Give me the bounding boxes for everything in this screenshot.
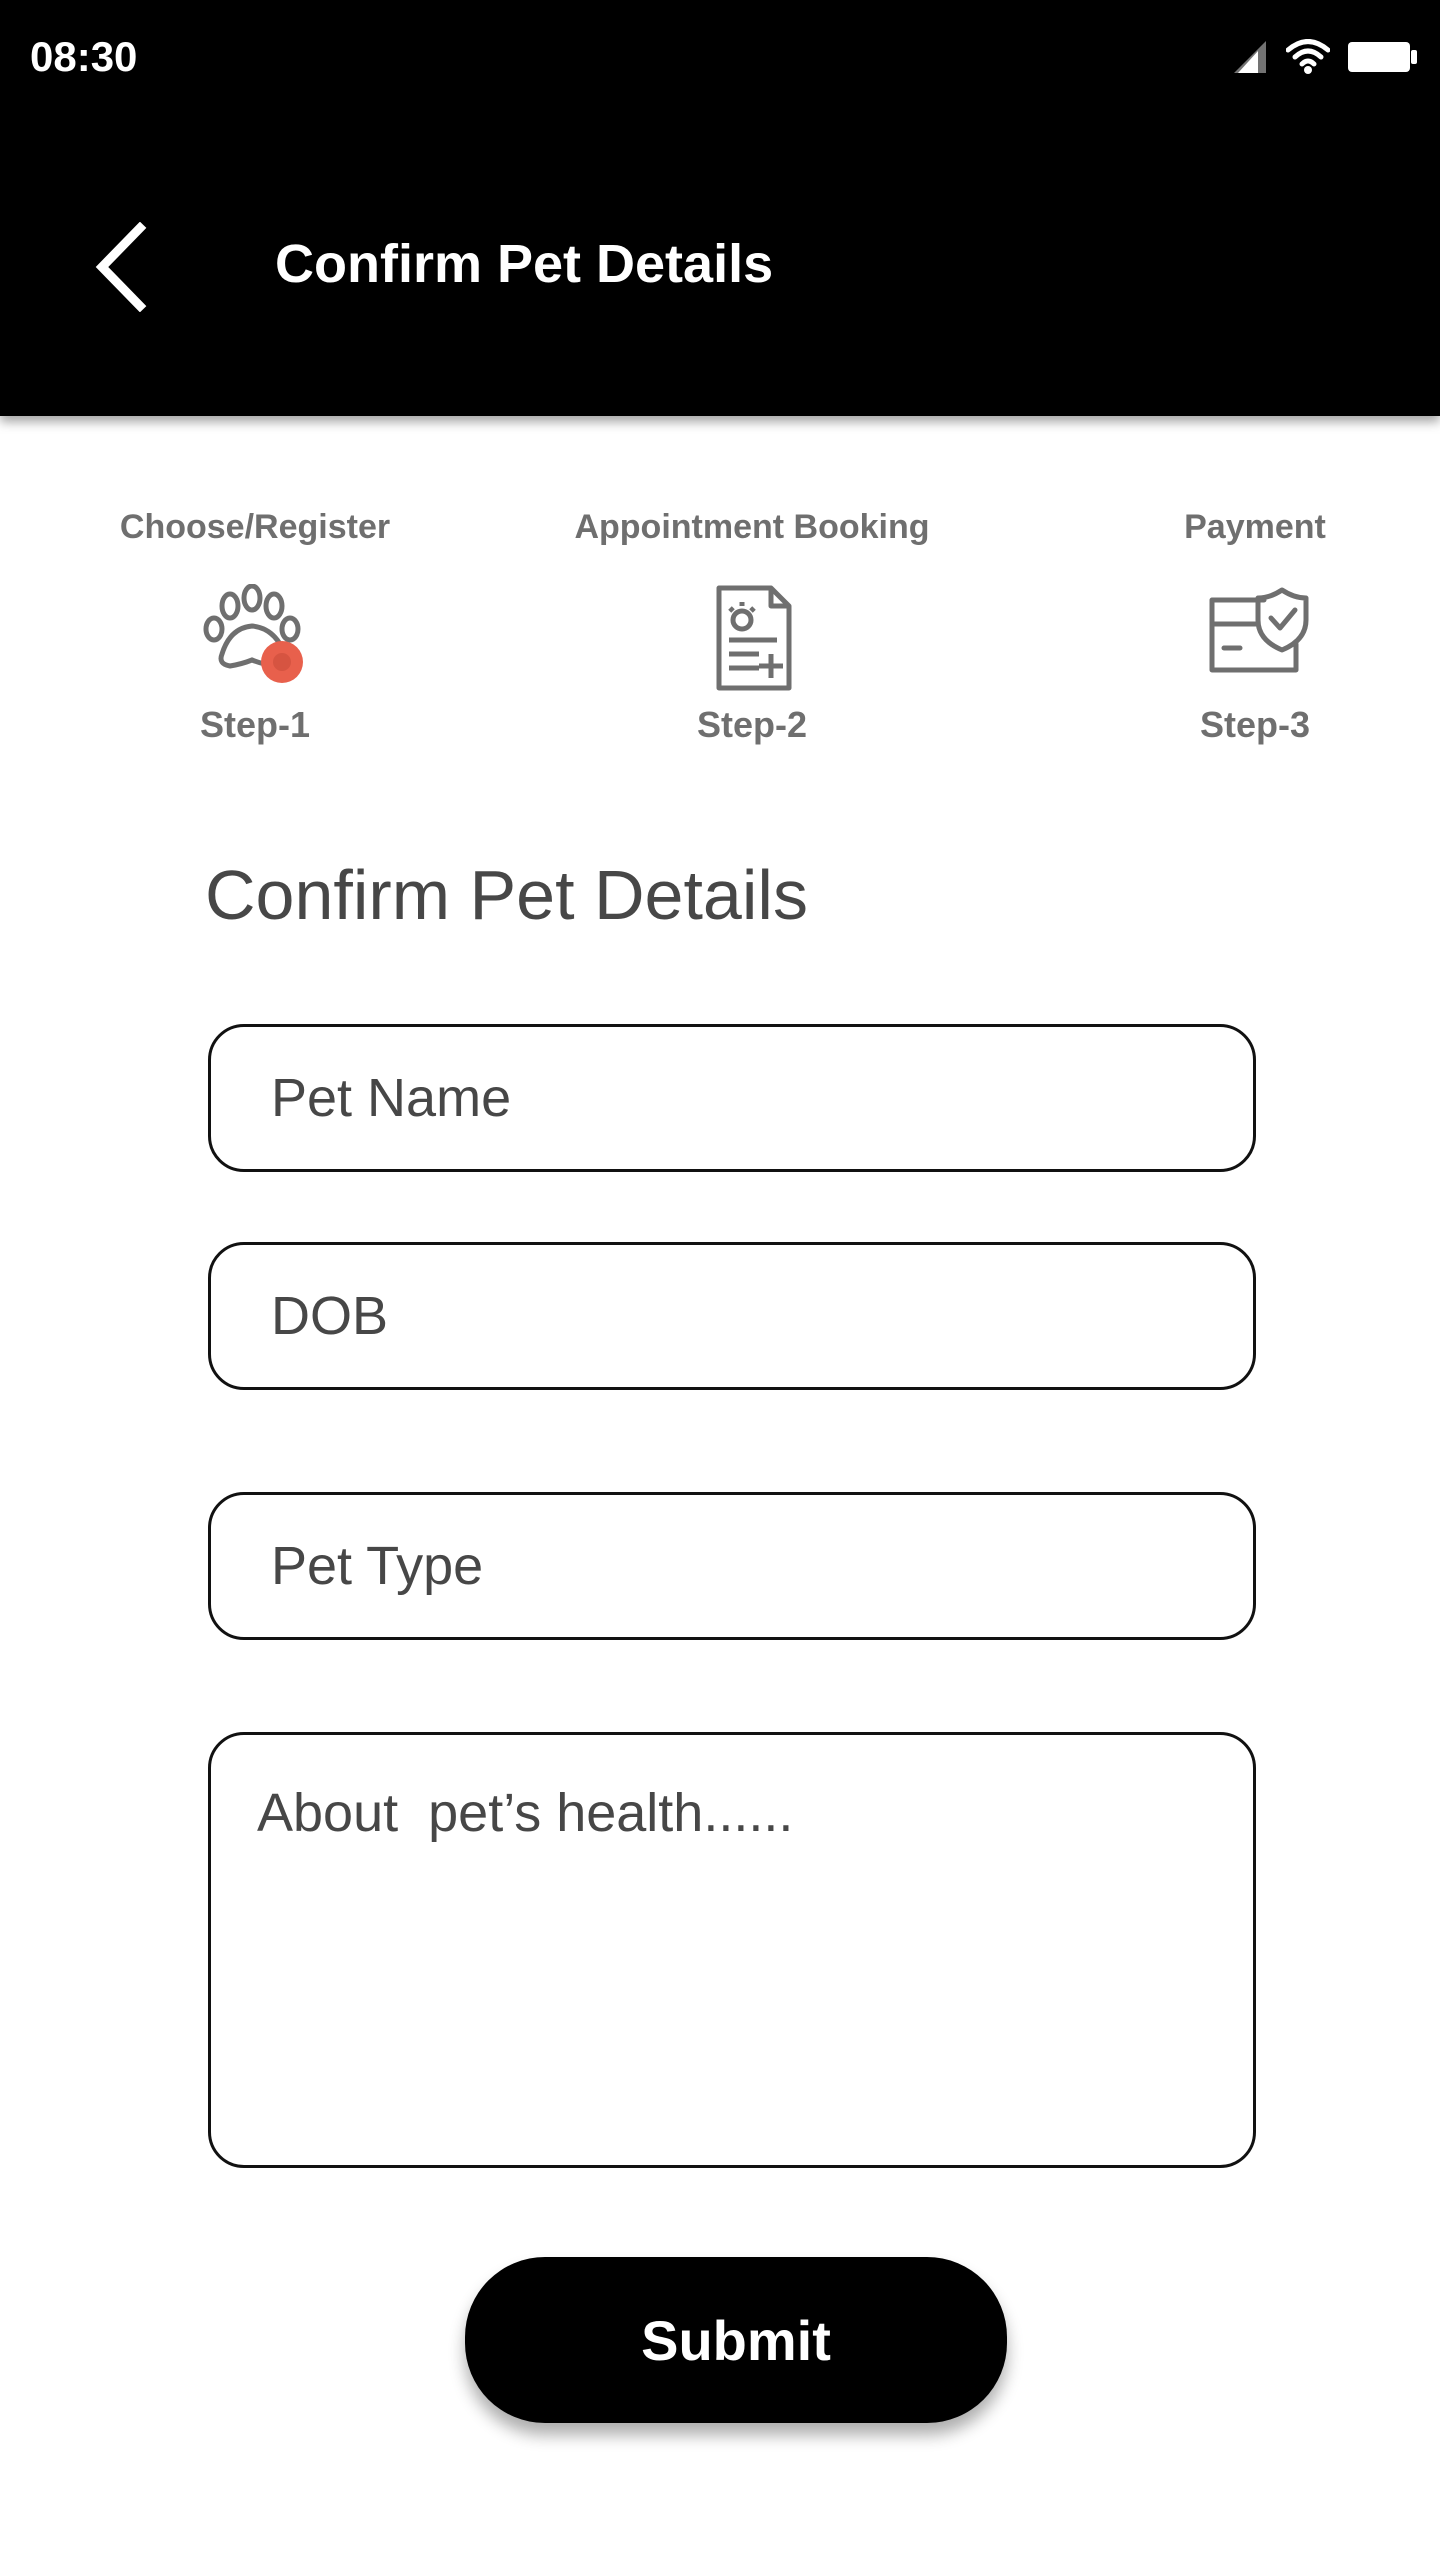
pet-name-input[interactable] — [208, 1024, 1256, 1172]
step-2[interactable]: Appointment Booking Step-2 — [542, 500, 962, 752]
payment-shield-icon — [1200, 584, 1310, 694]
submit-button[interactable]: Submit — [465, 2257, 1007, 2423]
step-1-label: Step-1 — [199, 704, 311, 745]
step-1[interactable]: Choose/Register Step-1 — [45, 500, 465, 752]
battery-icon — [1348, 39, 1418, 80]
pet-health-textarea[interactable] — [208, 1732, 1256, 2168]
step-2-label: Step-2 — [696, 704, 808, 745]
form-title: Confirm Pet Details — [205, 856, 808, 934]
wifi-icon — [1285, 38, 1331, 80]
stepper: Choose/Register Step-1 Appointment Booki… — [0, 500, 1440, 780]
status-icons — [1232, 36, 1418, 82]
document-icon — [697, 584, 807, 694]
pet-type-input[interactable] — [208, 1492, 1256, 1640]
step-3-title: Payment — [1184, 508, 1326, 546]
chevron-left-icon — [92, 221, 148, 317]
status-bar: 08:30 — [0, 0, 1440, 114]
signal-icon — [1232, 39, 1268, 80]
dob-input[interactable] — [208, 1242, 1256, 1390]
step-1-title: Choose/Register — [119, 508, 391, 546]
status-time: 08:30 — [30, 33, 138, 80]
app-bar: Confirm Pet Details — [0, 114, 1440, 416]
page-title: Confirm Pet Details — [275, 234, 774, 294]
back-button[interactable] — [80, 214, 160, 324]
step-3[interactable]: Payment Step-3 — [1045, 500, 1440, 752]
paw-icon — [200, 583, 310, 694]
step-3-label: Step-3 — [1199, 704, 1311, 745]
step-2-title: Appointment Booking — [574, 508, 930, 546]
